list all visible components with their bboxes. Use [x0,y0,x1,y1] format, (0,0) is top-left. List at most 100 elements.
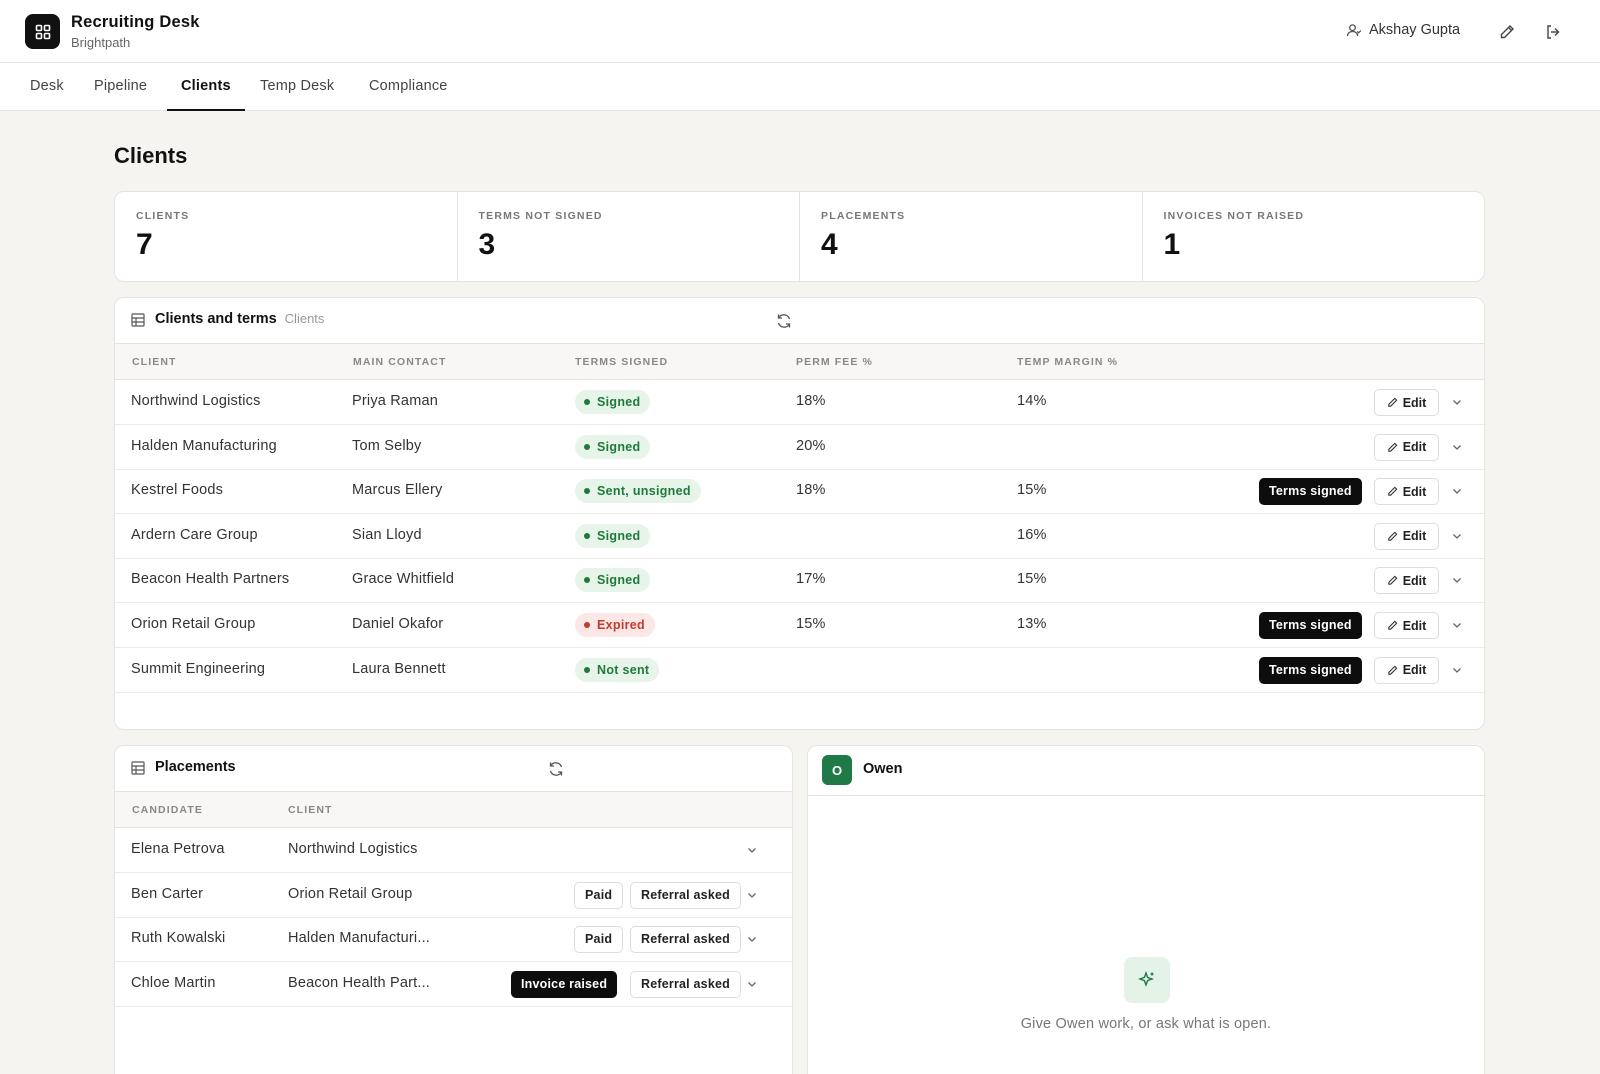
temp-margin: 15% [1017,571,1047,588]
pencil-icon[interactable] [1496,21,1518,43]
card-title: Placements [155,759,236,775]
perm-fee: 18% [796,393,826,409]
refresh-icon[interactable] [775,312,793,330]
stat-label: INVOICES NOT RAISED [1163,210,1305,222]
table-row: Elena Petrova Northwind Logistics [115,828,792,873]
referral-asked-button[interactable]: Referral asked [630,926,741,954]
table-row: Kestrel Foods Marcus Ellery Sent, unsigned… [115,469,1484,515]
clients-terms-card: Clients and terms Clients CLIENT MAIN CON… [114,297,1485,730]
chevron-down-icon[interactable] [746,932,758,944]
placements-card: Placements CANDIDATE CLIENT Elena Petrov… [114,745,793,1074]
invoice-raised-button[interactable]: Invoice raised [511,970,618,998]
chevron-down-icon[interactable] [1451,663,1463,675]
temp-margin: 15% [1017,482,1047,499]
table-icon [131,313,145,327]
assistant-panel: O Owen Give Owen work, or ask what is op… [807,745,1485,1074]
perm-fee: 15% [796,616,826,632]
main-contact: Priya Raman [352,393,439,409]
referral-asked-button[interactable]: Referral asked [630,970,741,998]
chevron-down-icon[interactable] [1451,440,1463,452]
stat-value: 3 [478,228,496,261]
edit-label: Edit [1402,484,1427,499]
stat-placements: PLACEMENTS 4 [800,192,1143,281]
placement-client: Beacon Health Part... [288,974,431,991]
edit-button[interactable]: Edit [1374,433,1439,461]
terms-status-badge: Sent, unsigned [575,479,701,504]
edit-button[interactable]: Edit [1374,478,1439,506]
edit-label: Edit [1402,395,1427,410]
paid-button[interactable]: Paid [574,926,624,954]
tab-pipeline[interactable]: Pipeline [80,63,161,111]
main-contact: Marcus Ellery [352,482,443,499]
chevron-down-icon[interactable] [746,977,758,989]
user-name: Akshay Gupta [1369,22,1461,38]
client-name: Northwind Logistics [131,393,261,409]
referral-asked-button[interactable]: Referral asked [630,881,741,909]
edit-button[interactable]: Edit [1374,656,1439,684]
card-header: Placements [115,746,792,792]
tab-clients[interactable]: Clients [167,63,245,111]
user-menu[interactable]: Akshay Gupta [1346,22,1460,38]
main-contact: Daniel Okafor [352,616,444,632]
stat-terms-not-signed: TERMS NOT SIGNED 3 [458,192,800,281]
temp-margin: 16% [1017,526,1047,543]
table-header: CANDIDATE CLIENT [115,792,792,828]
table-header: CLIENT MAIN CONTACT TERMS SIGNED PERM FE… [115,344,1484,380]
app-title: Recruiting Desk [71,13,200,31]
tab-desk[interactable]: Desk [16,63,78,111]
main-contact: Sian Lloyd [352,526,422,543]
assistant-empty-message: Give Owen work, or ask what is open. [1020,1016,1272,1032]
assistant-header: O Owen [808,746,1484,796]
logout-icon[interactable] [1542,21,1564,43]
candidate-name: Chloe Martin [131,974,216,991]
paid-button[interactable]: Paid [574,881,624,909]
terms-signed-button[interactable]: Terms signed [1259,656,1362,684]
candidate-name: Ruth Kowalski [131,930,226,947]
chevron-down-icon[interactable] [746,888,758,900]
chevron-down-icon[interactable] [1451,395,1463,407]
edit-button[interactable]: Edit [1374,567,1439,595]
table-row: Summit Engineering Laura Bennett Not sent T… [115,648,1484,693]
perm-fee: 20% [796,437,826,454]
chevron-down-icon[interactable] [746,843,758,855]
edit-button[interactable]: Edit [1374,389,1439,416]
table-row: Ruth Kowalski Halden Manufacturi... Paid Re… [115,917,792,963]
col-perm-fee: PERM FEE % [796,356,873,368]
chevron-down-icon[interactable] [1451,529,1463,541]
card-title-text: Clients and terms [155,311,277,327]
client-name: Beacon Health Partners [131,571,290,588]
edit-label: Edit [1402,663,1427,678]
tab-temp-desk[interactable]: Temp Desk [246,63,348,111]
edit-button[interactable]: Edit [1374,612,1439,639]
chevron-down-icon[interactable] [1451,573,1463,585]
tab-compliance[interactable]: Compliance [355,63,462,111]
chevron-down-icon[interactable] [1451,484,1463,496]
placement-client: Halden Manufacturi... [288,930,431,947]
chevron-down-icon[interactable] [1451,618,1463,630]
edit-button[interactable]: Edit [1374,522,1439,550]
main-contact: Tom Selby [352,437,422,454]
main-contact: Grace Whitfield [352,571,455,588]
user-icon [1346,23,1361,36]
page-title: Clients [114,143,188,168]
stat-label: TERMS NOT SIGNED [478,210,603,222]
terms-status-badge: Expired [575,613,655,637]
client-name: Halden Manufacturing [131,437,277,454]
temp-margin: 14% [1017,393,1047,409]
stat-value: 1 [1163,228,1181,261]
col-client: CLIENT [288,804,333,816]
terms-status-badge: Signed [575,568,651,593]
table-row: Ben Carter Orion Retail Group Paid Referral… [115,873,792,918]
refresh-icon[interactable] [547,760,565,778]
edit-label: Edit [1402,440,1427,455]
terms-signed-button[interactable]: Terms signed [1259,478,1362,506]
table-row: Chloe Martin Beacon Health Part... Invoice… [115,962,792,1007]
temp-margin: 13% [1017,616,1047,632]
terms-signed-button[interactable]: Terms signed [1259,612,1362,639]
pencil-icon [1387,531,1398,542]
col-terms-signed: TERMS SIGNED [575,356,669,368]
stats-strip: CLIENTS 7 TERMS NOT SIGNED 3 PLACEMENTS … [114,191,1485,282]
placement-client: Northwind Logistics [288,841,418,857]
terms-status-badge: Signed [575,523,651,548]
stat-label: PLACEMENTS [821,210,906,222]
